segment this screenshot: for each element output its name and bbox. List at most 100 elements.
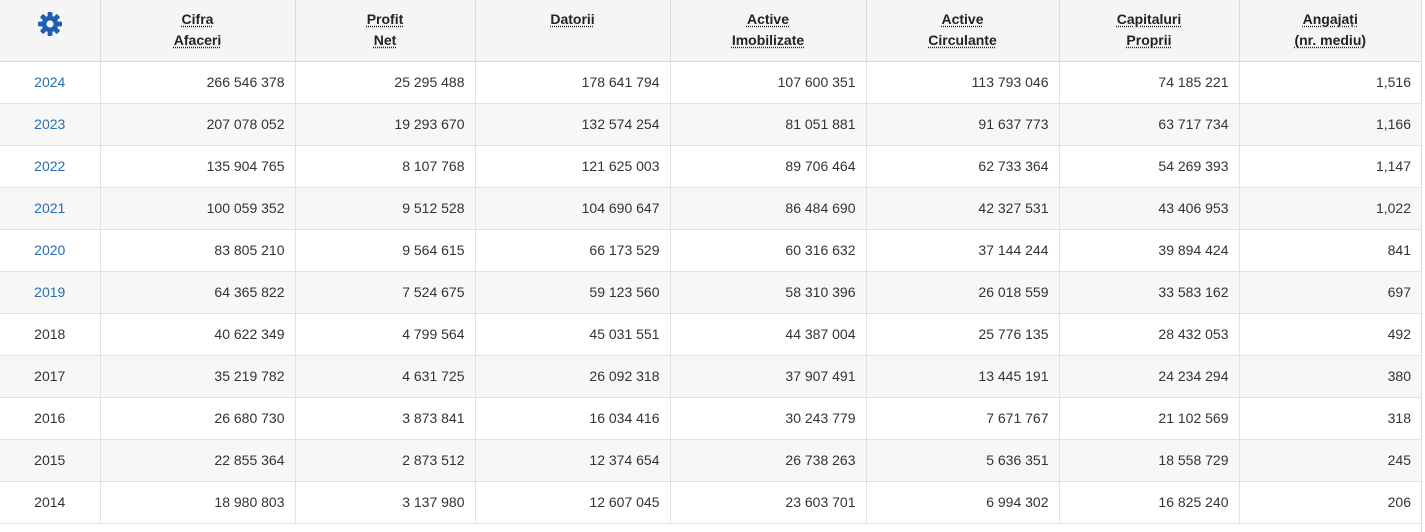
header-label[interactable]: Cifra Afaceri bbox=[174, 9, 221, 51]
cell-year[interactable]: 2021 bbox=[0, 187, 101, 230]
year-link[interactable]: 2023 bbox=[34, 116, 65, 132]
cell-active-circulante: 25 776 135 bbox=[866, 313, 1060, 356]
year-link[interactable]: 2020 bbox=[34, 242, 65, 258]
header-label[interactable]: Active Imobilizate bbox=[732, 9, 804, 51]
year-link[interactable]: 2022 bbox=[34, 158, 65, 174]
header-capitaluri-proprii[interactable]: Capitaluri Proprii bbox=[1059, 0, 1240, 62]
cell-angajati: 697 bbox=[1239, 271, 1421, 314]
table-header: Cifra Afaceri Profit Net Datorii Active … bbox=[0, 0, 1421, 62]
cell-capitaluri-proprii: 33 583 162 bbox=[1059, 271, 1240, 314]
cell-capitaluri-proprii: 39 894 424 bbox=[1059, 229, 1240, 272]
cell-active-imobilizate: 23 603 701 bbox=[670, 481, 867, 524]
cell-capitaluri-proprii: 21 102 569 bbox=[1059, 397, 1240, 440]
table-row: 2019 64 365 822 7 524 675 59 123 560 58 310 … bbox=[0, 271, 1421, 314]
cell-active-circulante: 37 144 244 bbox=[866, 229, 1060, 272]
cell-active-circulante: 62 733 364 bbox=[866, 145, 1060, 188]
cell-cifra-afaceri: 83 805 210 bbox=[100, 229, 296, 272]
cell-capitaluri-proprii: 43 406 953 bbox=[1059, 187, 1240, 230]
cell-profit-net: 9 564 615 bbox=[295, 229, 476, 272]
table-row: 2018 40 622 349 4 799 564 45 031 551 44 387 … bbox=[0, 313, 1421, 356]
cell-profit-net: 25 295 488 bbox=[295, 61, 476, 104]
cell-angajati: 1,166 bbox=[1239, 103, 1421, 146]
header-label[interactable]: Profit Net bbox=[367, 9, 404, 51]
cell-year[interactable]: 2023 bbox=[0, 103, 101, 146]
cell-capitaluri-proprii: 28 432 053 bbox=[1059, 313, 1240, 356]
cell-year[interactable]: 2024 bbox=[0, 61, 101, 104]
cell-profit-net: 7 524 675 bbox=[295, 271, 476, 314]
cell-active-imobilizate: 26 738 263 bbox=[670, 439, 867, 482]
table-row: 2020 83 805 210 9 564 615 66 173 529 60 316 … bbox=[0, 229, 1421, 272]
cell-datorii: 121 625 003 bbox=[475, 145, 671, 188]
year-link[interactable]: 2021 bbox=[34, 200, 65, 216]
cell-capitaluri-proprii: 18 558 729 bbox=[1059, 439, 1240, 482]
cell-cifra-afaceri: 40 622 349 bbox=[100, 313, 296, 356]
cell-active-imobilizate: 81 051 881 bbox=[670, 103, 867, 146]
cell-year[interactable]: 2019 bbox=[0, 271, 101, 314]
cell-active-imobilizate: 89 706 464 bbox=[670, 145, 867, 188]
header-label[interactable]: Capitaluri Proprii bbox=[1117, 9, 1182, 51]
year-label: 2014 bbox=[34, 494, 66, 510]
header-active-circulante[interactable]: Active Circulante bbox=[866, 0, 1060, 62]
cell-active-imobilizate: 44 387 004 bbox=[670, 313, 867, 356]
year-link[interactable]: 2024 bbox=[34, 74, 65, 90]
cell-active-circulante: 6 994 302 bbox=[866, 481, 1060, 524]
cell-profit-net: 3 137 980 bbox=[295, 481, 476, 524]
cell-datorii: 132 574 254 bbox=[475, 103, 671, 146]
cell-year: 2017 bbox=[0, 355, 101, 398]
cell-profit-net: 19 293 670 bbox=[295, 103, 476, 146]
cell-year: 2015 bbox=[0, 439, 101, 482]
cell-active-circulante: 13 445 191 bbox=[866, 355, 1060, 398]
cell-angajati: 492 bbox=[1239, 313, 1421, 356]
table-row: 2022 135 904 765 8 107 768 121 625 003 89 70… bbox=[0, 145, 1421, 188]
header-angajati[interactable]: Angajați (nr. mediu) bbox=[1239, 0, 1421, 62]
header-label[interactable]: Angajați (nr. mediu) bbox=[1294, 9, 1366, 51]
cell-capitaluri-proprii: 24 234 294 bbox=[1059, 355, 1240, 398]
cell-active-circulante: 91 637 773 bbox=[866, 103, 1060, 146]
cell-datorii: 59 123 560 bbox=[475, 271, 671, 314]
cell-active-imobilizate: 58 310 396 bbox=[670, 271, 867, 314]
cell-active-circulante: 7 671 767 bbox=[866, 397, 1060, 440]
cell-active-imobilizate: 30 243 779 bbox=[670, 397, 867, 440]
table-row: 2014 18 980 803 3 137 980 12 607 045 23 603 … bbox=[0, 481, 1421, 524]
cell-active-imobilizate: 37 907 491 bbox=[670, 355, 867, 398]
cell-datorii: 66 173 529 bbox=[475, 229, 671, 272]
cell-angajati: 1,022 bbox=[1239, 187, 1421, 230]
cell-angajati: 318 bbox=[1239, 397, 1421, 440]
header-profit-net[interactable]: Profit Net bbox=[295, 0, 476, 62]
header-active-imobilizate[interactable]: Active Imobilizate bbox=[670, 0, 867, 62]
header-label[interactable]: Datorii bbox=[550, 9, 594, 30]
cell-datorii: 45 031 551 bbox=[475, 313, 671, 356]
cell-active-circulante: 26 018 559 bbox=[866, 271, 1060, 314]
cell-cifra-afaceri: 135 904 765 bbox=[100, 145, 296, 188]
header-label[interactable]: Active Circulante bbox=[928, 9, 996, 51]
cell-profit-net: 8 107 768 bbox=[295, 145, 476, 188]
cell-year[interactable]: 2020 bbox=[0, 229, 101, 272]
cell-angajati: 841 bbox=[1239, 229, 1421, 272]
cell-angajati: 1,147 bbox=[1239, 145, 1421, 188]
header-cifra-afaceri[interactable]: Cifra Afaceri bbox=[100, 0, 296, 62]
cell-cifra-afaceri: 18 980 803 bbox=[100, 481, 296, 524]
cell-datorii: 26 092 318 bbox=[475, 355, 671, 398]
cell-datorii: 178 641 794 bbox=[475, 61, 671, 104]
year-label: 2015 bbox=[34, 452, 66, 468]
year-label: 2017 bbox=[34, 368, 66, 384]
cell-angajati: 206 bbox=[1239, 481, 1421, 524]
year-label: 2016 bbox=[34, 410, 66, 426]
cell-year[interactable]: 2022 bbox=[0, 145, 101, 188]
financial-data-table: Cifra Afaceri Profit Net Datorii Active … bbox=[0, 0, 1421, 524]
header-datorii[interactable]: Datorii bbox=[475, 0, 671, 62]
cell-year: 2014 bbox=[0, 481, 101, 524]
table-row: 2021 100 059 352 9 512 528 104 690 647 86 48… bbox=[0, 187, 1421, 230]
table-row: 2017 35 219 782 4 631 725 26 092 318 37 907 … bbox=[0, 355, 1421, 398]
settings-header-cell bbox=[0, 0, 101, 62]
cell-profit-net: 3 873 841 bbox=[295, 397, 476, 440]
cell-angajati: 245 bbox=[1239, 439, 1421, 482]
cell-profit-net: 4 799 564 bbox=[295, 313, 476, 356]
financial-table-container: Cifra Afaceri Profit Net Datorii Active … bbox=[0, 0, 1422, 532]
year-link[interactable]: 2019 bbox=[34, 284, 65, 300]
gear-icon[interactable] bbox=[37, 11, 63, 37]
cell-active-circulante: 42 327 531 bbox=[866, 187, 1060, 230]
cell-cifra-afaceri: 64 365 822 bbox=[100, 271, 296, 314]
table-row: 2015 22 855 364 2 873 512 12 374 654 26 738 … bbox=[0, 439, 1421, 482]
header-row: Cifra Afaceri Profit Net Datorii Active … bbox=[0, 0, 1421, 62]
